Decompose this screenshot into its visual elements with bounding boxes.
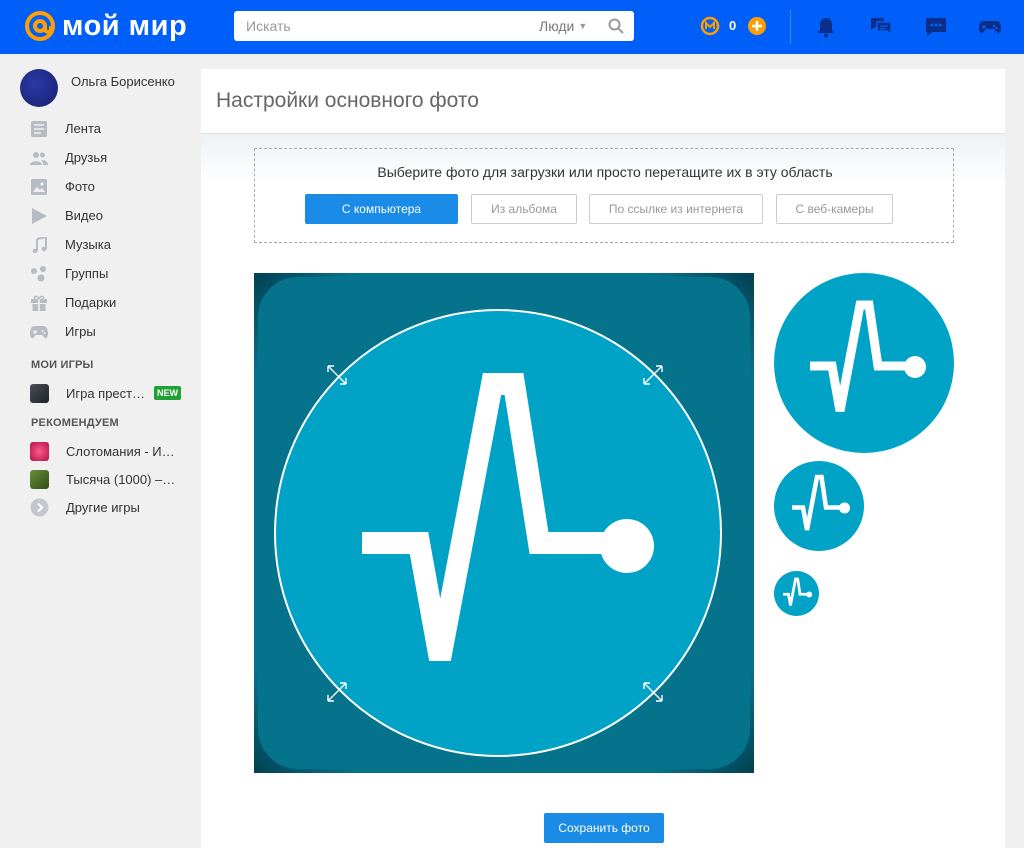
messages-icon[interactable] [924,15,948,39]
sidebar-item-music[interactable]: Музыка [0,230,200,259]
sidebar-item-label: Группы [65,266,109,281]
my-games-heading: МОИ ИГРЫ [31,359,94,371]
more-games-link[interactable]: Другие игры [30,496,190,518]
sidebar-item-label: Игры [65,324,96,339]
game-label: Другие игры [66,499,140,515]
sidebar-item-label: Подарки [65,295,117,310]
photo-icon [30,178,48,196]
friends-icon [30,149,48,167]
upload-hint: Выберите фото для загрузки или просто пе… [377,164,833,180]
photo-crop-area[interactable] [254,273,754,773]
sidebar-item-gifts[interactable]: Подарки [0,288,200,317]
header-divider [790,10,791,44]
music-icon [30,236,48,254]
game-item[interactable]: Слотомания - Игровые автоматы [30,440,190,462]
upload-from-link-button[interactable]: По ссылке из интернета [589,194,763,224]
sidebar-item-label: Фото [65,179,95,194]
photo-settings-panel: Настройки основного фото Выберите фото д… [201,69,1005,848]
save-photo-button[interactable]: Сохранить фото [544,813,664,843]
chevron-down-icon: ▼ [578,21,588,31]
feed-icon [30,120,48,138]
video-icon [30,207,48,225]
gamepad-icon[interactable] [978,15,1002,39]
game-thumbnail [30,469,49,489]
gift-icon [30,294,48,312]
sidebar-item-video[interactable]: Видео [0,201,200,230]
chevron-right-icon [30,498,49,516]
bell-icon[interactable] [814,15,838,39]
brand-logo[interactable]: мой мир [24,9,187,43]
upload-from-computer-button[interactable]: С компьютера [305,194,458,224]
groups-icon [30,265,48,283]
new-badge: NEW [154,386,181,400]
upload-from-album-button[interactable]: Из альбома [471,194,577,224]
avatar-preview-medium [774,461,864,551]
sidebar-item-friends[interactable]: Друзья [0,143,200,172]
sidebar-nav: Лента Друзья Фото Видео Музыка Группы По… [0,114,200,346]
upload-from-webcam-button[interactable]: С веб-камеры [776,194,893,224]
avatar-preview-large [774,273,954,453]
sidebar-item-label: Музыка [65,237,111,252]
sidebar-item-photo[interactable]: Фото [0,172,200,201]
game-thumbnail [30,383,49,403]
avatar-preview-small [774,571,819,616]
add-coins-icon[interactable] [748,17,766,35]
game-item[interactable]: Игра престолов NEW [30,382,190,404]
page-title: Настройки основного фото [216,89,479,112]
mail-at-icon [25,11,55,41]
game-label: Слотомания - Игровые автоматы [66,443,176,459]
brand-name: мой мир [62,9,188,42]
sidebar-item-label: Друзья [65,150,108,165]
avatar[interactable] [20,69,58,107]
sidebar: Ольга Борисенко Лента Друзья Фото Видео … [0,54,200,848]
search-scope-label: Люди [539,18,575,34]
coin-count: 0 [729,18,737,33]
sidebar-item-groups[interactable]: Группы [0,259,200,288]
recommended-heading: РЕКОМЕНДУЕМ [31,417,119,429]
search-box: Люди▼ [234,11,634,41]
sidebar-item-feed[interactable]: Лента [0,114,200,143]
search-icon[interactable] [608,18,624,34]
sidebar-item-games[interactable]: Игры [0,317,200,346]
game-label: Тысяча (1000) – карточная игра [66,471,176,487]
game-label: Игра престолов [66,385,151,401]
sidebar-item-label: Видео [65,208,103,223]
game-item[interactable]: Тысяча (1000) – карточная игра [30,468,190,490]
user-name[interactable]: Ольга Борисенко [71,72,191,91]
game-thumbnail [30,441,49,461]
gamepad-icon [30,323,48,341]
search-scope-dropdown[interactable]: Люди ▼ [539,11,587,41]
upload-dropzone[interactable]: Выберите фото для загрузки или просто пе… [254,148,954,243]
search-input[interactable] [234,11,524,41]
coin-icon[interactable] [700,16,720,36]
top-bar: мой мир Люди▼ 0 [0,0,1024,54]
sidebar-item-label: Лента [65,121,101,136]
chats-icon[interactable] [869,15,893,39]
